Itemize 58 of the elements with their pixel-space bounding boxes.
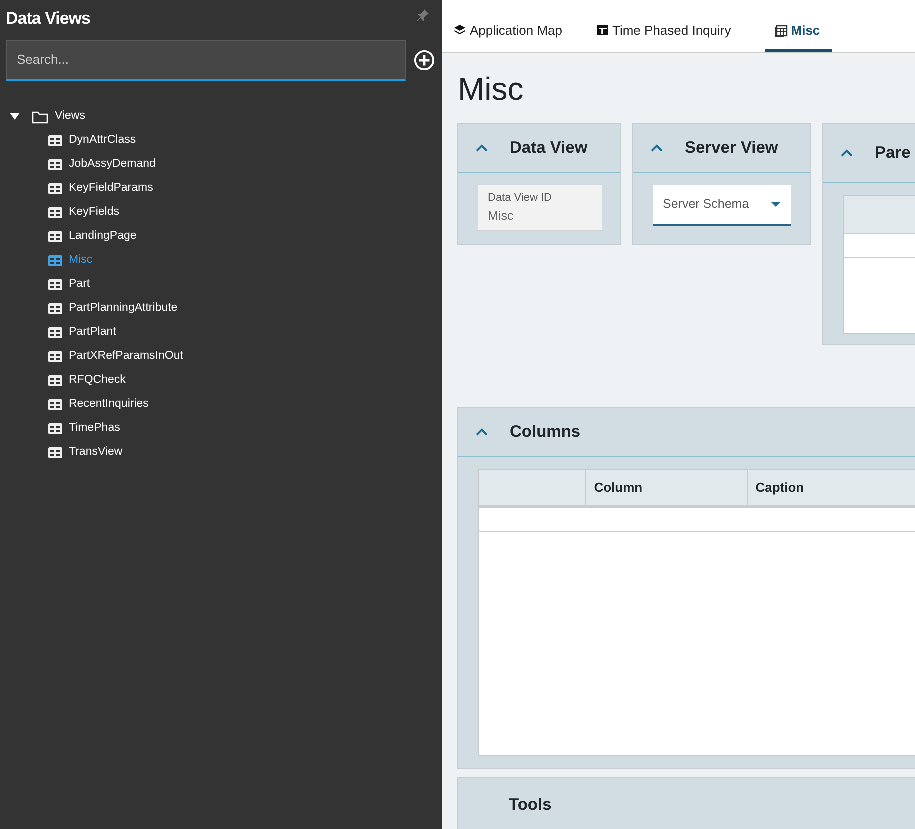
tree-item[interactable]: TimePhas bbox=[10, 416, 120, 440]
tree-item[interactable]: DynAttrClass bbox=[10, 128, 136, 152]
field-value: Misc bbox=[488, 208, 515, 224]
panel-title: Pare bbox=[875, 142, 911, 164]
tree-item[interactable]: RecentInquiries bbox=[10, 392, 149, 416]
tree-item[interactable]: KeyFields bbox=[10, 200, 120, 224]
table-icon bbox=[48, 278, 63, 290]
tree-item[interactable]: Part bbox=[10, 272, 90, 296]
tab[interactable]: Time Phased Inquiry bbox=[596, 20, 732, 52]
panel-title: Tools bbox=[509, 794, 552, 816]
panel-title: Data Views bbox=[6, 8, 90, 30]
tree-item[interactable]: RFQCheck bbox=[10, 368, 126, 392]
collapse-caret-icon[interactable] bbox=[10, 112, 20, 122]
dropdown-caret-icon bbox=[771, 202, 781, 208]
folder-icon bbox=[32, 110, 49, 124]
table-icon bbox=[48, 350, 63, 362]
search-field[interactable]: Search... bbox=[6, 40, 406, 80]
tree-item[interactable]: PartPlanningAttribute bbox=[10, 296, 178, 320]
column-header: Column bbox=[586, 470, 748, 505]
panel-title: Server View bbox=[685, 138, 778, 159]
tab[interactable]: Application Map bbox=[454, 20, 562, 52]
table-icon bbox=[48, 158, 63, 170]
chevron-icon[interactable] bbox=[651, 144, 663, 152]
table-icon bbox=[48, 206, 63, 218]
panel-title: Columns bbox=[510, 422, 581, 443]
table-icon bbox=[48, 398, 63, 410]
layers-icon bbox=[454, 24, 467, 37]
table-icon bbox=[48, 230, 63, 242]
table-icon bbox=[775, 24, 788, 37]
table-icon bbox=[48, 134, 63, 146]
page-title: Misc bbox=[458, 71, 525, 107]
server-schema-dropdown[interactable]: Server Schema bbox=[653, 185, 791, 226]
field-label: Data View ID bbox=[488, 191, 553, 206]
data-view-id-field[interactable]: Data View ID Misc bbox=[478, 185, 602, 232]
column-header: Caption bbox=[748, 470, 915, 505]
tree-item[interactable]: Misc bbox=[10, 248, 93, 272]
tab[interactable]: Misc bbox=[765, 20, 832, 52]
pin-icon[interactable] bbox=[416, 8, 430, 22]
tree-item[interactable]: JobAssyDemand bbox=[10, 152, 156, 176]
table-icon bbox=[48, 446, 63, 458]
table-icon bbox=[48, 326, 63, 338]
tree-item[interactable]: PartPlant bbox=[10, 320, 116, 344]
table-icon bbox=[48, 374, 63, 386]
folder-label[interactable]: Views bbox=[55, 108, 86, 126]
chevron-icon[interactable] bbox=[476, 428, 488, 436]
tree-item[interactable]: KeyFieldParams bbox=[10, 176, 154, 200]
tree-item[interactable]: PartXRefParamsInOut bbox=[10, 344, 184, 368]
table-icon bbox=[48, 302, 63, 314]
tree-item[interactable]: TransView bbox=[10, 440, 123, 464]
layout-icon bbox=[596, 24, 610, 37]
add-icon[interactable] bbox=[414, 50, 435, 70]
table-icon bbox=[48, 182, 63, 194]
tree-item[interactable]: LandingPage bbox=[10, 224, 137, 248]
chevron-icon[interactable] bbox=[476, 144, 488, 152]
table-icon bbox=[48, 422, 63, 434]
chevron-icon[interactable] bbox=[841, 148, 853, 158]
table-icon bbox=[48, 254, 63, 266]
panel-title: Data View bbox=[510, 138, 588, 159]
